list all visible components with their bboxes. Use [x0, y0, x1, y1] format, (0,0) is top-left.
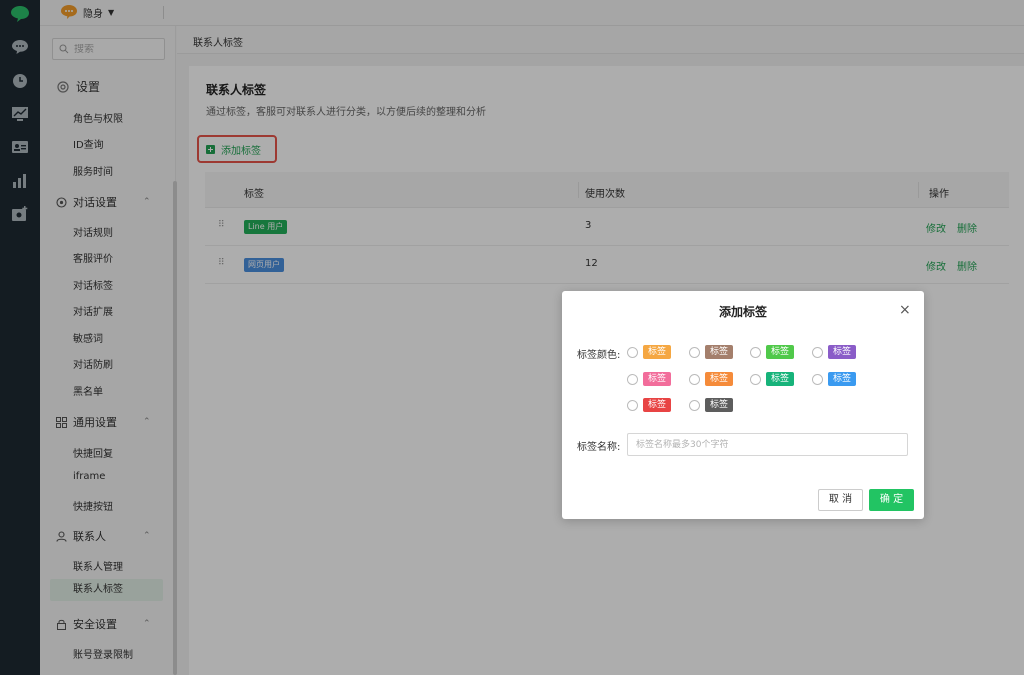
radio-button[interactable]	[750, 346, 761, 358]
close-icon[interactable]: ×	[899, 302, 911, 318]
radio-button[interactable]	[812, 346, 823, 358]
color-option-blue[interactable]: 标签	[812, 372, 857, 386]
color-chip: 标签	[643, 372, 672, 386]
tag-color-label: 标签颜色:	[577, 350, 621, 361]
tag-name-input[interactable]	[627, 433, 908, 456]
color-chip: 标签	[766, 372, 795, 386]
radio-button[interactable]	[812, 373, 823, 385]
color-chip: 标签	[705, 398, 734, 412]
color-chip: 标签	[643, 398, 672, 412]
dialog-title: 添加标签	[718, 305, 767, 319]
radio-button[interactable]	[627, 399, 638, 411]
color-chip: 标签	[643, 345, 672, 359]
color-option-gray[interactable]: 标签	[689, 398, 734, 412]
color-option-brown[interactable]: 标签	[689, 345, 734, 359]
color-chip: 标签	[705, 345, 734, 359]
color-option-orange[interactable]: 标签	[627, 345, 672, 359]
add-tag-dialog: 添加标签 × 标签颜色: 标签 标签 标签 标签 标签 标签 标签 标签 标签	[562, 291, 924, 519]
radio-button[interactable]	[689, 373, 700, 385]
color-option-teal[interactable]: 标签	[750, 372, 795, 386]
color-chip: 标签	[705, 372, 734, 386]
radio-button[interactable]	[750, 373, 761, 385]
cancel-button[interactable]: 取 消	[818, 489, 863, 511]
color-option-dark-orange[interactable]: 标签	[689, 372, 734, 386]
color-chip: 标签	[828, 372, 857, 386]
color-option-pink[interactable]: 标签	[627, 372, 672, 386]
color-option-purple[interactable]: 标签	[812, 345, 857, 359]
color-option-green[interactable]: 标签	[750, 345, 795, 359]
color-option-red[interactable]: 标签	[627, 398, 672, 412]
color-chip: 标签	[828, 345, 857, 359]
tag-name-label: 标签名称:	[577, 442, 621, 453]
radio-button[interactable]	[689, 399, 700, 411]
radio-button[interactable]	[627, 346, 638, 358]
radio-button[interactable]	[627, 373, 638, 385]
confirm-button[interactable]: 确 定	[869, 489, 914, 511]
color-chip: 标签	[766, 345, 795, 359]
radio-button[interactable]	[689, 346, 700, 358]
